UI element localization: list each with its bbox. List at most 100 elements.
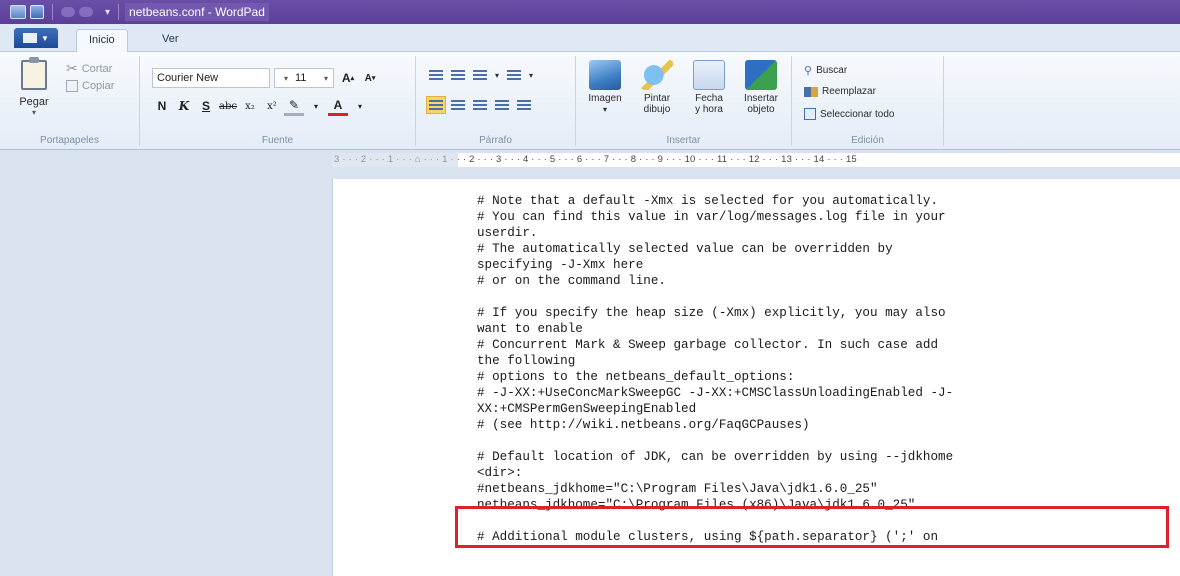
tab-inicio[interactable]: Inicio (76, 29, 128, 52)
chevron-down-icon: ▾ (323, 73, 328, 83)
title-bar: ▾ netbeans.conf - WordPad (0, 0, 1180, 24)
object-label-1: Insertar (744, 93, 778, 104)
object-label-2: objeto (747, 104, 775, 115)
wordpad-app-icon[interactable] (10, 5, 26, 19)
find-button[interactable]: ⚲ Buscar (804, 64, 847, 77)
select-all-label: Seleccionar todo (820, 108, 895, 120)
date-label-2: y hora (695, 104, 723, 115)
date-time-button[interactable]: Fecha y hora (684, 60, 734, 115)
paragraph-group-label: Párrafo (479, 135, 512, 146)
ruler-scale: 3 · · · 2 · · · 1 · · · ⌂ · · · 1 · · · … (332, 153, 1180, 167)
scissors-icon: ✂ (66, 60, 78, 76)
document-line: # The automatically selected value can b… (477, 242, 893, 256)
grow-font-icon[interactable]: A ▴ (338, 68, 358, 88)
ribbon: Pegar ▾ ✂ Cortar Copiar Portapapeles Cou… (0, 52, 1180, 150)
document-line: # Concurrent Mark & Sweep garbage collec… (477, 338, 939, 352)
align-center-icon[interactable] (448, 96, 468, 114)
select-all-button[interactable]: Seleccionar todo (804, 108, 895, 120)
chevron-down-icon[interactable]: ▾ (492, 66, 502, 84)
redo-icon[interactable] (79, 7, 93, 17)
ruler-left-margin[interactable] (332, 153, 458, 167)
font-family-select[interactable]: Courier New (152, 68, 270, 88)
annotation-highlight-box (455, 506, 1169, 548)
superscript-icon[interactable]: x² (262, 96, 282, 116)
application-menu-button[interactable]: ▼ (14, 28, 58, 48)
save-icon[interactable] (30, 5, 44, 19)
font-group: Courier New ▾ 11 ▾ A ▴ A ▾ N K S abc x₂ x²… (140, 56, 416, 146)
paste-button[interactable]: Pegar ▾ (14, 57, 54, 120)
quick-access-toolbar: ▾ (0, 0, 123, 24)
cut-button[interactable]: ✂ Cortar (66, 60, 112, 77)
tab-ver[interactable]: Ver (150, 29, 191, 52)
chevron-down-icon[interactable]: ▾ (350, 96, 370, 116)
document-line: <dir>: (477, 466, 523, 480)
object-icon (745, 60, 777, 90)
document-line: # Default location of JDK, can be overri… (477, 450, 954, 464)
underline-icon[interactable]: S (196, 96, 216, 116)
line-spacing-icon[interactable] (504, 66, 524, 84)
subscript-icon[interactable]: x₂ (240, 96, 260, 116)
paragraph-alignment (426, 96, 534, 114)
window-title: netbeans.conf - WordPad (125, 3, 269, 21)
select-all-icon (804, 108, 816, 120)
font-size-select[interactable]: ▾ 11 ▾ (274, 68, 334, 88)
document-text[interactable]: # Note that a default -Xmx is selected f… (477, 193, 1173, 545)
replace-icon (804, 86, 818, 97)
date-label-1: Fecha (695, 93, 723, 104)
paint-drawing-button[interactable]: Pintar dibujo (632, 60, 682, 115)
edit-group-label: Edición (851, 135, 884, 146)
font-family-value: Courier New (157, 72, 219, 84)
calendar-icon (693, 60, 725, 90)
font-group-label: Fuente (261, 135, 294, 146)
insert-image-button[interactable]: Imagen ▾ (580, 60, 630, 115)
chevron-down-icon: ▾ (31, 108, 36, 117)
copy-button[interactable]: Copiar (66, 80, 114, 92)
image-icon (589, 60, 621, 90)
increase-indent-icon[interactable] (448, 66, 468, 84)
cut-label: Cortar (81, 62, 113, 75)
document-line: # options to the netbeans_default_option… (477, 370, 795, 384)
bold-icon[interactable]: N (152, 96, 172, 116)
insert-object-button[interactable]: Insertar objeto (736, 60, 786, 115)
highlight-color-icon[interactable]: ✎ (284, 96, 304, 116)
paragraph-settings-icon[interactable] (514, 96, 534, 114)
replace-button[interactable]: Reemplazar (804, 86, 876, 97)
copy-label: Copiar (82, 80, 115, 92)
find-label: Buscar (816, 65, 848, 76)
insert-group-label: Insertar (666, 135, 701, 146)
align-left-icon[interactable] (426, 96, 446, 114)
clipboard-icon (21, 57, 47, 90)
undo-icon[interactable] (61, 7, 75, 17)
document-line: # or on the command line. (477, 274, 666, 288)
document-line: want to enable (477, 322, 583, 336)
toolbar-divider (118, 4, 120, 20)
binoculars-icon: ⚲ (804, 65, 813, 77)
customize-toolbar-icon[interactable]: ▾ (105, 7, 110, 18)
font-color-icon[interactable]: A (328, 96, 348, 116)
align-right-icon[interactable] (470, 96, 490, 114)
chevron-down-icon: ▾ (602, 105, 607, 114)
paste-label: Pegar (19, 96, 49, 108)
document-line: XX:+CMSPermGenSweepingEnabled (477, 402, 697, 416)
document-line: the following (477, 354, 576, 368)
chevron-down-icon[interactable]: ▾ (526, 66, 536, 84)
strikethrough-icon[interactable]: abc (218, 96, 238, 116)
italic-icon[interactable]: K (174, 96, 194, 116)
ruler[interactable]: 3 · · · 2 · · · 1 · · · ⌂ · · · 1 · · · … (0, 150, 1180, 170)
paint-icon (641, 60, 673, 90)
document-line: userdir. (477, 226, 538, 240)
image-label: Imagen (588, 93, 622, 104)
font-size-value: 11 (295, 72, 307, 84)
font-format-buttons: N K S abc x₂ x² ✎ ▾ A ▾ (152, 96, 370, 116)
toolbar-divider (52, 4, 53, 20)
document-line: # If you specify the heap size (-Xmx) ex… (477, 306, 946, 320)
chevron-down-icon[interactable]: ▾ (306, 96, 326, 116)
decrease-indent-icon[interactable] (426, 66, 446, 84)
justify-icon[interactable] (492, 96, 512, 114)
document-line: #netbeans_jdkhome="C:\Program Files\Java… (477, 482, 878, 496)
bullet-list-icon[interactable] (470, 66, 490, 84)
edit-group: ⚲ Buscar Reemplazar Seleccionar todo Edi… (792, 56, 944, 146)
shrink-font-icon[interactable]: A ▾ (360, 68, 380, 88)
